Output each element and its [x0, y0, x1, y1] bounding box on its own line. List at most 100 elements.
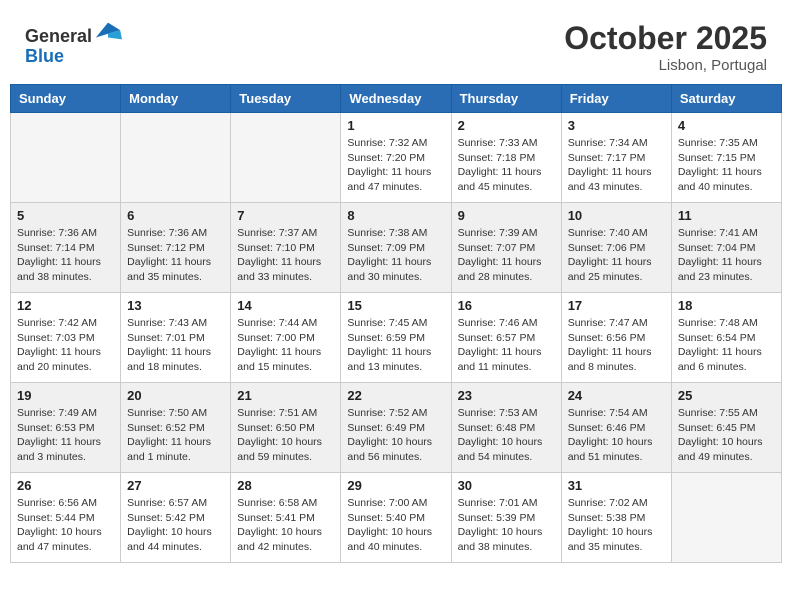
day-number: 7	[237, 208, 334, 223]
calendar-header-tuesday: Tuesday	[231, 85, 341, 113]
calendar-cell: 18Sunrise: 7:48 AMSunset: 6:54 PMDayligh…	[671, 293, 781, 383]
day-number: 15	[347, 298, 444, 313]
calendar-cell: 28 Sunrise: 6:58 AMSunset: 5:41 PMDayligh…	[231, 473, 341, 563]
calendar-table: SundayMondayTuesdayWednesdayThursdayFrid…	[10, 84, 782, 563]
day-number: 5	[17, 208, 114, 223]
day-number: 14	[237, 298, 334, 313]
calendar-cell: 23 Sunrise: 7:53 AMSunset: 6:48 PMDayligh…	[451, 383, 561, 473]
day-number: 10	[568, 208, 665, 223]
day-info: Sunrise: 7:44 AMSunset: 7:00 PMDaylight:…	[237, 316, 334, 375]
day-info: Sunrise: 7:43 AMSunset: 7:01 PMDaylight:…	[127, 316, 224, 375]
day-number: 28	[237, 478, 334, 493]
day-info: Sunrise: 7:36 AMSunset: 7:14 PMDaylight:…	[17, 226, 114, 285]
day-info: Sunrise: 7:51 AMSunset: 6:50 PMDaylight:…	[237, 406, 334, 465]
day-number: 24	[568, 388, 665, 403]
calendar-header-thursday: Thursday	[451, 85, 561, 113]
day-info: Sunrise: 7:36 AMSunset: 7:12 PMDaylight:…	[127, 226, 224, 285]
day-number: 6	[127, 208, 224, 223]
calendar-header-friday: Friday	[561, 85, 671, 113]
calendar-cell: 20Sunrise: 7:50 AMSunset: 6:52 PMDayligh…	[121, 383, 231, 473]
day-info: Sunrise: 7:02 AMSunset: 5:38 PMDaylight:…	[568, 496, 665, 555]
calendar-cell: 11 Sunrise: 7:41 AMSunset: 7:04 PMDayligh…	[671, 203, 781, 293]
calendar-cell: 1 Sunrise: 7:32 AMSunset: 7:20 PMDaylight…	[341, 113, 451, 203]
day-info: Sunrise: 7:00 AMSunset: 5:40 PMDaylight:…	[347, 496, 444, 555]
calendar-cell: 17Sunrise: 7:47 AMSunset: 6:56 PMDayligh…	[561, 293, 671, 383]
day-number: 1	[347, 118, 444, 133]
day-number: 20	[127, 388, 224, 403]
day-info: Sunrise: 7:55 AMSunset: 6:45 PMDaylight:…	[678, 406, 775, 465]
day-info: Sunrise: 7:42 AMSunset: 7:03 PMDaylight:…	[17, 316, 114, 375]
day-info: Sunrise: 7:53 AMSunset: 6:48 PMDaylight:…	[458, 406, 555, 465]
day-info: Sunrise: 7:01 AMSunset: 5:39 PMDaylight:…	[458, 496, 555, 555]
day-number: 4	[678, 118, 775, 133]
calendar-cell	[231, 113, 341, 203]
day-info: Sunrise: 7:38 AMSunset: 7:09 PMDaylight:…	[347, 226, 444, 285]
day-number: 21	[237, 388, 334, 403]
day-info: Sunrise: 7:54 AMSunset: 6:46 PMDaylight:…	[568, 406, 665, 465]
day-number: 9	[458, 208, 555, 223]
calendar-cell: 2 Sunrise: 7:33 AMSunset: 7:18 PMDaylight…	[451, 113, 561, 203]
day-info: Sunrise: 7:33 AMSunset: 7:18 PMDaylight:…	[458, 136, 555, 195]
calendar-cell: 7 Sunrise: 7:37 AMSunset: 7:10 PMDaylight…	[231, 203, 341, 293]
day-number: 3	[568, 118, 665, 133]
day-info: Sunrise: 7:39 AMSunset: 7:07 PMDaylight:…	[458, 226, 555, 285]
day-number: 27	[127, 478, 224, 493]
day-info: Sunrise: 7:35 AMSunset: 7:15 PMDaylight:…	[678, 136, 775, 195]
day-info: Sunrise: 6:58 AMSunset: 5:41 PMDaylight:…	[237, 496, 334, 555]
day-info: Sunrise: 7:32 AMSunset: 7:20 PMDaylight:…	[347, 136, 444, 195]
calendar-cell: 8 Sunrise: 7:38 AMSunset: 7:09 PMDaylight…	[341, 203, 451, 293]
day-number: 16	[458, 298, 555, 313]
day-number: 11	[678, 208, 775, 223]
calendar-week-row: 12Sunrise: 7:42 AMSunset: 7:03 PMDayligh…	[11, 293, 782, 383]
month-title: October 2025	[564, 20, 767, 57]
day-number: 8	[347, 208, 444, 223]
location: Lisbon, Portugal	[564, 57, 767, 74]
calendar-cell: 27 Sunrise: 6:57 AMSunset: 5:42 PMDayligh…	[121, 473, 231, 563]
calendar-cell: 15Sunrise: 7:45 AMSunset: 6:59 PMDayligh…	[341, 293, 451, 383]
day-number: 18	[678, 298, 775, 313]
calendar-cell: 6 Sunrise: 7:36 AMSunset: 7:12 PMDaylight…	[121, 203, 231, 293]
day-info: Sunrise: 7:34 AMSunset: 7:17 PMDaylight:…	[568, 136, 665, 195]
calendar-header-sunday: Sunday	[11, 85, 121, 113]
logo-text: General Blue	[25, 20, 122, 67]
logo-blue: Blue	[25, 46, 64, 66]
day-info: Sunrise: 6:56 AMSunset: 5:44 PMDaylight:…	[17, 496, 114, 555]
calendar-cell: 4 Sunrise: 7:35 AMSunset: 7:15 PMDaylight…	[671, 113, 781, 203]
day-info: Sunrise: 6:57 AMSunset: 5:42 PMDaylight:…	[127, 496, 224, 555]
calendar-cell: 12Sunrise: 7:42 AMSunset: 7:03 PMDayligh…	[11, 293, 121, 383]
calendar-cell	[11, 113, 121, 203]
day-number: 31	[568, 478, 665, 493]
calendar-cell	[121, 113, 231, 203]
calendar-week-row: 26 Sunrise: 6:56 AMSunset: 5:44 PMDayligh…	[11, 473, 782, 563]
calendar-cell: 5 Sunrise: 7:36 AMSunset: 7:14 PMDaylight…	[11, 203, 121, 293]
calendar-cell: 22Sunrise: 7:52 AMSunset: 6:49 PMDayligh…	[341, 383, 451, 473]
day-info: Sunrise: 7:52 AMSunset: 6:49 PMDaylight:…	[347, 406, 444, 465]
logo-general: General	[25, 26, 92, 46]
calendar-cell: 30Sunrise: 7:01 AMSunset: 5:39 PMDayligh…	[451, 473, 561, 563]
calendar-cell: 24 Sunrise: 7:54 AMSunset: 6:46 PMDayligh…	[561, 383, 671, 473]
day-info: Sunrise: 7:41 AMSunset: 7:04 PMDaylight:…	[678, 226, 775, 285]
day-number: 13	[127, 298, 224, 313]
calendar-week-row: 19Sunrise: 7:49 AMSunset: 6:53 PMDayligh…	[11, 383, 782, 473]
calendar-cell: 16Sunrise: 7:46 AMSunset: 6:57 PMDayligh…	[451, 293, 561, 383]
day-number: 17	[568, 298, 665, 313]
header: General Blue October 2025 Lisbon, Portug…	[10, 10, 782, 79]
day-number: 26	[17, 478, 114, 493]
day-number: 29	[347, 478, 444, 493]
calendar-cell: 31 Sunrise: 7:02 AMSunset: 5:38 PMDayligh…	[561, 473, 671, 563]
calendar-header-saturday: Saturday	[671, 85, 781, 113]
day-number: 23	[458, 388, 555, 403]
calendar-header-monday: Monday	[121, 85, 231, 113]
calendar-week-row: 1 Sunrise: 7:32 AMSunset: 7:20 PMDaylight…	[11, 113, 782, 203]
day-number: 25	[678, 388, 775, 403]
calendar-cell: 19Sunrise: 7:49 AMSunset: 6:53 PMDayligh…	[11, 383, 121, 473]
day-info: Sunrise: 7:40 AMSunset: 7:06 PMDaylight:…	[568, 226, 665, 285]
calendar-cell: 9 Sunrise: 7:39 AMSunset: 7:07 PMDaylight…	[451, 203, 561, 293]
day-number: 2	[458, 118, 555, 133]
logo-bird-icon	[94, 20, 122, 42]
calendar-cell: 3 Sunrise: 7:34 AMSunset: 7:17 PMDaylight…	[561, 113, 671, 203]
calendar-cell: 21 Sunrise: 7:51 AMSunset: 6:50 PMDayligh…	[231, 383, 341, 473]
calendar-header-wednesday: Wednesday	[341, 85, 451, 113]
calendar-cell: 14 Sunrise: 7:44 AMSunset: 7:00 PMDayligh…	[231, 293, 341, 383]
day-info: Sunrise: 7:37 AMSunset: 7:10 PMDaylight:…	[237, 226, 334, 285]
